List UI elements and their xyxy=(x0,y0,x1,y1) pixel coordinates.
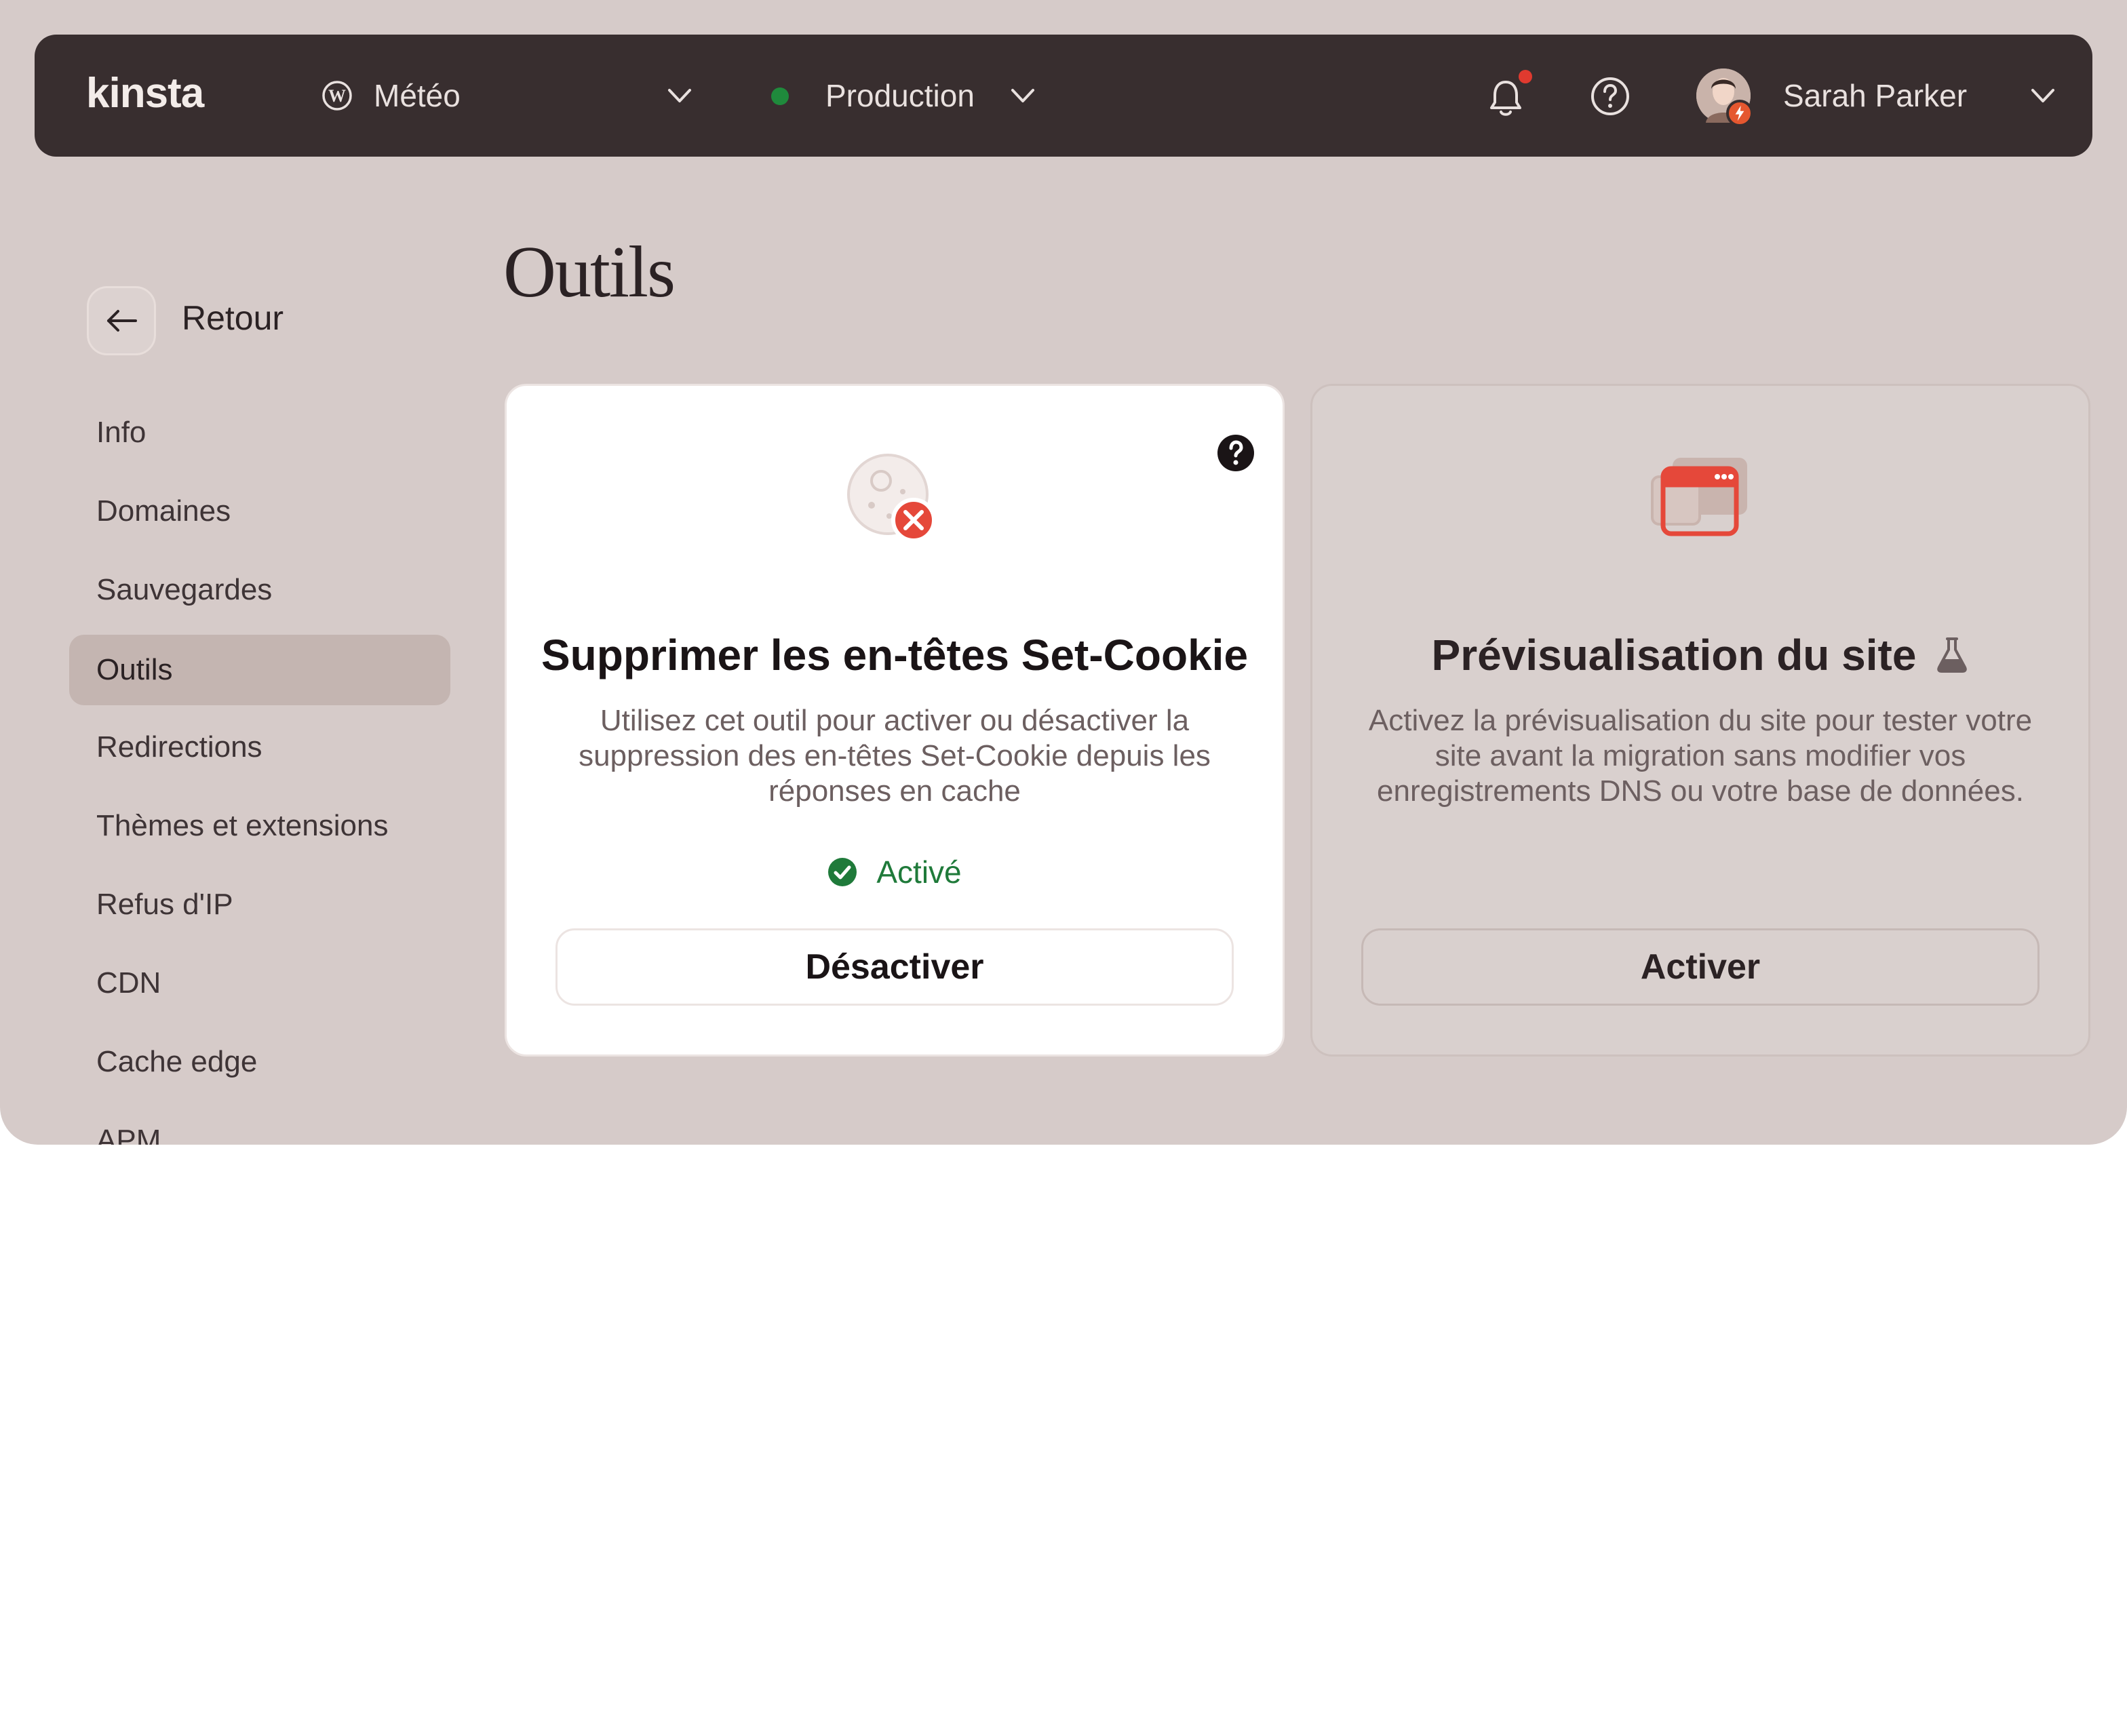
kinsta-logo[interactable]: kinsta xyxy=(86,72,229,119)
arrow-left-icon xyxy=(107,310,137,332)
bolt-icon xyxy=(1726,100,1753,127)
sidebar-item-outils[interactable]: Outils xyxy=(69,635,450,705)
chevron-down-icon[interactable] xyxy=(664,82,695,109)
sidebar-item-info[interactable]: Info xyxy=(69,397,450,468)
sidebar-item-refus-ip[interactable]: Refus d'IP xyxy=(69,869,450,940)
sidebar-item-label: CDN xyxy=(96,966,161,1000)
sidebar-item-label: Redirections xyxy=(96,730,262,764)
card-title: Supprimer les en-têtes Set-Cookie xyxy=(541,631,1249,679)
tool-card-site-preview: Prévisualisation du site Activez la prév… xyxy=(1310,384,2090,1057)
sidebar-item-cache-edge[interactable]: Cache edge xyxy=(69,1027,450,1097)
sidebar-item-label: Sauvegardes xyxy=(96,573,273,606)
sidebar-item-sauvegardes[interactable]: Sauvegardes xyxy=(69,555,450,625)
back-button[interactable] xyxy=(87,286,156,355)
sidebar-item-themes-extensions[interactable]: Thèmes et extensions xyxy=(69,791,450,861)
card-title-text: Prévisualisation du site xyxy=(1431,631,1917,679)
chevron-down-icon[interactable] xyxy=(1007,82,1038,109)
environment-selector[interactable]: Production xyxy=(825,35,975,157)
status-badge: Activé xyxy=(507,854,1283,890)
sidebar-item-label: Domaines xyxy=(96,494,231,528)
user-menu[interactable]: Sarah Parker xyxy=(1783,35,1967,157)
sidebar-item-label: Cache edge xyxy=(96,1045,258,1078)
sidebar-item-label: Outils xyxy=(96,653,173,686)
site-selector[interactable]: Météo xyxy=(374,35,461,157)
app-window: kinsta W Météo Production Sarah Parker R… xyxy=(0,0,2127,1145)
status-text: Activé xyxy=(876,854,962,890)
sidebar-item-apm[interactable]: APM xyxy=(69,1105,450,1145)
sidebar-item-domaines[interactable]: Domaines xyxy=(69,476,450,547)
site-preview-icon xyxy=(1651,458,1747,536)
environment-name: Production xyxy=(825,78,975,113)
bell-icon[interactable] xyxy=(1486,77,1525,119)
site-name: Météo xyxy=(374,78,461,113)
check-circle-icon xyxy=(828,858,857,886)
deactivate-button[interactable]: Désactiver xyxy=(555,928,1234,1006)
card-description: Utilisez cet outil pour activer ou désac… xyxy=(579,704,1211,808)
activate-button[interactable]: Activer xyxy=(1361,928,2040,1006)
svg-text:W: W xyxy=(328,86,346,106)
tool-card-set-cookie: Supprimer les en-têtes Set-Cookie Utilis… xyxy=(505,384,1285,1057)
sidebar-item-label: Refus d'IP xyxy=(96,888,233,921)
sidebar-item-label: APM xyxy=(96,1124,161,1145)
top-bar: kinsta W Météo Production Sarah Parker xyxy=(35,35,2092,157)
logo-text: kinsta xyxy=(86,72,205,117)
flask-icon xyxy=(1937,637,1968,673)
card-description: Activez la prévisualisation du site pour… xyxy=(1368,704,2033,808)
page-title: Outils xyxy=(503,232,676,313)
cookie-remove-icon xyxy=(847,454,936,542)
sidebar-item-label: Info xyxy=(96,416,147,449)
environment-status-dot xyxy=(771,87,789,105)
help-icon[interactable] xyxy=(1589,75,1631,117)
sidebar-item-cdn[interactable]: CDN xyxy=(69,948,450,1019)
card-title: Prévisualisation du site xyxy=(1312,630,2088,680)
notification-dot xyxy=(1519,70,1532,83)
wordpress-icon: W xyxy=(322,81,352,111)
back-label[interactable]: Retour xyxy=(182,298,284,338)
sidebar-item-label: Thèmes et extensions xyxy=(96,809,389,842)
user-name: Sarah Parker xyxy=(1783,78,1968,113)
sidebar-item-redirections[interactable]: Redirections xyxy=(69,712,450,783)
chevron-down-icon[interactable] xyxy=(2027,82,2058,109)
